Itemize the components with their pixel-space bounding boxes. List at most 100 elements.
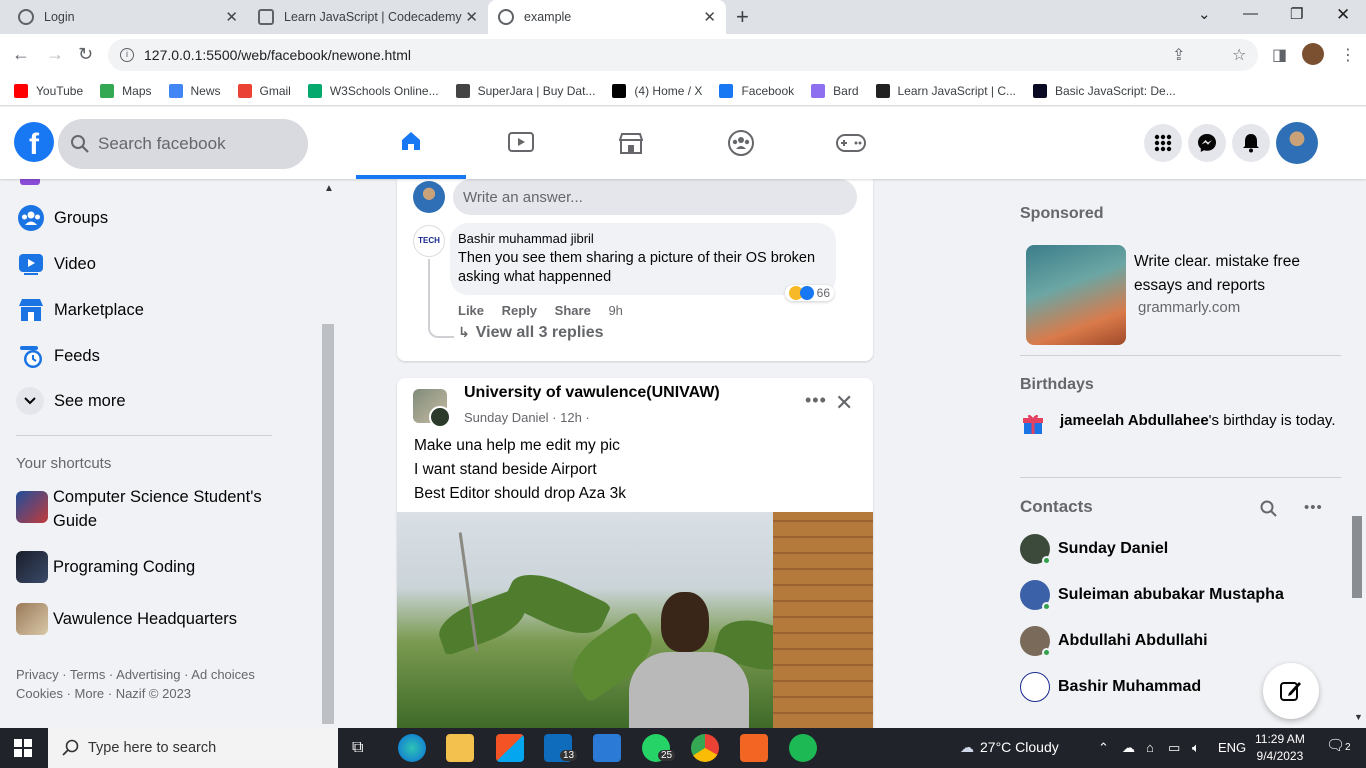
browser-profile-avatar[interactable]: [1302, 43, 1324, 65]
sidebar-item-video[interactable]: Video: [16, 249, 96, 279]
see-more-button[interactable]: See more: [16, 387, 126, 415]
birthday-name[interactable]: jameelah Abdullahee: [1060, 412, 1209, 429]
store-icon[interactable]: [496, 734, 524, 762]
reaction-summary[interactable]: 66: [784, 285, 834, 301]
nav-gaming[interactable]: [796, 107, 906, 179]
bookmark-item[interactable]: Gmail: [237, 83, 291, 98]
bookmark-item[interactable]: SuperJara | Buy Dat...: [455, 83, 595, 98]
tab-close-icon[interactable]: ✕: [465, 8, 478, 26]
onedrive-icon[interactable]: ☁: [1122, 740, 1135, 756]
shortcut-cs-guide[interactable]: Computer Science Student's Guide: [16, 485, 263, 533]
tab-close-icon[interactable]: ✕: [703, 8, 716, 26]
close-window-button[interactable]: ✕: [1336, 5, 1350, 25]
bookmark-item[interactable]: Maps: [100, 83, 152, 98]
group-name[interactable]: University of vawulence(UNIVAW): [464, 384, 720, 402]
edge-icon[interactable]: [398, 734, 426, 762]
back-arrow-icon[interactable]: ←: [12, 44, 30, 65]
new-tab-button[interactable]: +: [736, 4, 749, 30]
tab-example[interactable]: example ✕: [488, 0, 726, 34]
profile-avatar[interactable]: [1276, 122, 1318, 164]
menu-kebab-icon[interactable]: ⋮: [1340, 45, 1356, 65]
share-button[interactable]: Share: [555, 303, 591, 318]
reply-button[interactable]: Reply: [502, 303, 537, 318]
weather-widget[interactable]: ☁ 27°C Cloudy: [960, 739, 1059, 756]
comment-author[interactable]: Bashir muhammad jibril: [458, 231, 828, 246]
taskbar-search-input[interactable]: Type here to search: [48, 728, 338, 768]
post-photo[interactable]: [397, 512, 873, 728]
contact-item[interactable]: Bashir Muhammad: [1020, 672, 1201, 702]
ad-domain[interactable]: grammarly.com: [1138, 299, 1240, 316]
scroll-up-arrow-icon[interactable]: ▲: [324, 183, 334, 194]
tray-chevron-icon[interactable]: ⌃: [1098, 740, 1109, 756]
tab-close-icon[interactable]: ✕: [225, 8, 238, 26]
close-icon[interactable]: ✕: [835, 390, 853, 416]
ad-image[interactable]: [1026, 245, 1126, 345]
bookmark-item[interactable]: Bard: [811, 83, 859, 98]
volume-icon[interactable]: 🔈︎: [1192, 740, 1200, 756]
nav-video[interactable]: [466, 107, 576, 179]
new-message-button[interactable]: [1263, 663, 1319, 719]
sidebar-scrollbar[interactable]: [322, 324, 334, 724]
messenger-button[interactable]: [1188, 124, 1226, 162]
maximize-button[interactable]: ❐: [1290, 5, 1303, 23]
nav-groups[interactable]: [686, 107, 796, 179]
vscode-icon[interactable]: [593, 734, 621, 762]
sidebar-item-marketplace[interactable]: Marketplace: [16, 295, 144, 325]
bookmark-item[interactable]: Facebook: [719, 83, 794, 98]
view-replies-link[interactable]: ↳ View all 3 replies: [458, 324, 604, 342]
fl-studio-icon[interactable]: [740, 734, 768, 762]
reload-icon[interactable]: ↻: [78, 44, 93, 65]
network-icon[interactable]: ⌂: [1146, 740, 1154, 755]
bookmark-item[interactable]: News: [168, 83, 221, 98]
bookmark-star-icon[interactable]: ☆: [1232, 45, 1246, 65]
photo-brick-wall: [773, 512, 873, 728]
more-options-icon[interactable]: •••: [805, 390, 827, 411]
chrome-icon[interactable]: [691, 734, 719, 762]
tab-login[interactable]: Login ✕: [8, 0, 248, 34]
like-button[interactable]: Like: [458, 303, 484, 318]
facebook-logo[interactable]: f: [14, 122, 54, 162]
forward-arrow-icon[interactable]: →: [46, 44, 64, 65]
tab-search-chevron-icon[interactable]: ⌄: [1198, 5, 1211, 23]
shortcut-vawulence-hq[interactable]: Vawulence Headquarters: [16, 603, 237, 635]
answer-input[interactable]: Write an answer...: [453, 179, 857, 215]
battery-icon[interactable]: ▭: [1168, 740, 1180, 756]
bookmark-item[interactable]: (4) Home / X: [612, 83, 702, 98]
clock[interactable]: 11:29 AM 9/4/2023: [1255, 731, 1305, 765]
notifications-button[interactable]: [1232, 124, 1270, 162]
contact-item[interactable]: Suleiman abubakar Mustapha: [1020, 580, 1284, 611]
file-explorer-icon[interactable]: [446, 734, 474, 762]
contacts-search-icon[interactable]: [1260, 500, 1278, 523]
notification-center-icon[interactable]: 🗨︎2: [1326, 736, 1351, 754]
bookmark-item[interactable]: Basic JavaScript: De...: [1033, 83, 1176, 98]
contacts-options-icon[interactable]: •••: [1304, 499, 1323, 516]
task-view-icon[interactable]: ⧉: [352, 739, 363, 757]
menu-grid-button[interactable]: [1144, 124, 1182, 162]
page-scrollbar[interactable]: [1352, 516, 1362, 598]
contact-item[interactable]: Abdullahi Abdullahi: [1020, 626, 1208, 657]
commenter-avatar[interactable]: TECH: [413, 225, 445, 257]
url-bar[interactable]: i 127.0.0.1:5500/web/facebook/newone.htm…: [108, 39, 1258, 71]
spotify-icon[interactable]: [789, 734, 817, 762]
search-icon: [62, 739, 79, 756]
contact-item[interactable]: Sunday Daniel: [1020, 534, 1168, 565]
bookmark-item[interactable]: W3Schools Online...: [307, 83, 439, 98]
site-info-icon[interactable]: i: [120, 48, 134, 62]
share-icon[interactable]: ⇪: [1172, 45, 1185, 65]
shortcut-programing-coding[interactable]: Programing Coding: [16, 551, 195, 583]
windows-start-icon[interactable]: [14, 739, 32, 762]
sidebar-item-feeds[interactable]: Feeds: [16, 341, 100, 371]
bookmark-item[interactable]: Learn JavaScript | C...: [875, 83, 1016, 98]
nav-marketplace[interactable]: [576, 107, 686, 179]
search-input[interactable]: Search facebook: [58, 119, 308, 169]
tab-codecademy[interactable]: Learn JavaScript | Codecademy ✕: [248, 0, 488, 34]
nav-home[interactable]: [356, 107, 466, 179]
side-panel-icon[interactable]: ◨: [1272, 45, 1287, 65]
ad-headline[interactable]: Write clear. mistake free essays and rep…: [1134, 250, 1334, 298]
bookmark-item[interactable]: YouTube: [14, 83, 83, 98]
language-indicator[interactable]: ENG: [1218, 740, 1246, 755]
minimize-button[interactable]: —: [1243, 5, 1258, 22]
author-avatar[interactable]: [429, 406, 451, 428]
sidebar-item-groups[interactable]: Groups: [16, 203, 108, 233]
scroll-down-arrow-icon[interactable]: ▼: [1354, 712, 1363, 722]
